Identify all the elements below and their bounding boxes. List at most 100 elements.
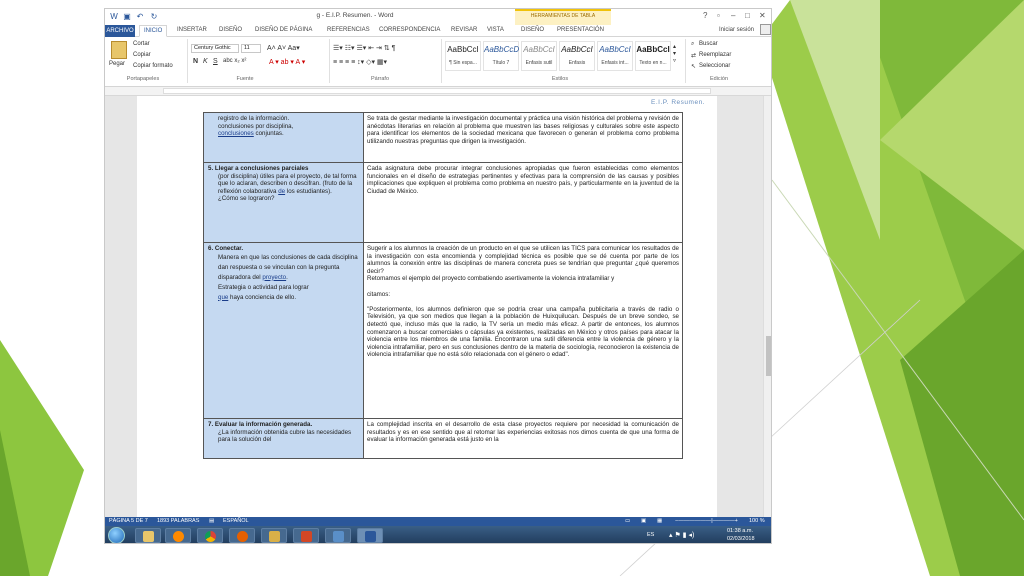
cell-text-underlined: conclusiones	[218, 130, 254, 138]
font-color-icon[interactable]: A ▾ ab ▾ A ▾	[269, 58, 305, 66]
paste-icon[interactable]	[111, 41, 127, 59]
input-language[interactable]: ES	[647, 532, 654, 538]
zoom-level[interactable]: 100 %	[749, 518, 765, 524]
taskbar-powerpoint[interactable]	[293, 528, 319, 543]
clipboard-group-label: Portapapeles	[126, 76, 160, 82]
taskbar-chrome[interactable]	[197, 528, 223, 543]
slide-background: W ▣ ↶ ↻ g - E.I.P. Resumen. - Word HERRA…	[0, 0, 1024, 576]
paste-button[interactable]: Pegar	[109, 61, 125, 67]
table-cell-left[interactable]: 5. Llegar a conclusiones parciales (por …	[203, 162, 364, 243]
copy-button[interactable]: Copiar	[133, 52, 151, 58]
table-cell-right[interactable]: La complejidad inscrita en el desarrollo…	[363, 418, 683, 459]
tab-diseno[interactable]: DISEÑO	[219, 27, 242, 33]
print-layout-icon[interactable]: ▣	[641, 518, 646, 524]
vertical-scrollbar[interactable]	[763, 96, 771, 517]
bullets-icon[interactable]: ☰▾ ☷▾ ☰▾ ⇤ ⇥ ⇅ ¶	[333, 44, 395, 52]
undo-icon[interactable]: ↶	[135, 12, 145, 21]
font-size-select[interactable]: 11	[241, 44, 261, 53]
taskbar-folder[interactable]	[261, 528, 287, 543]
format-painter-button[interactable]: Copiar formato	[133, 63, 173, 69]
page-header: E.I.P. Resumen.	[651, 99, 705, 106]
replace-button[interactable]: Reemplazar	[699, 52, 731, 58]
save-icon[interactable]: ▣	[122, 12, 132, 21]
tab-inicio[interactable]: INICIO	[139, 25, 168, 37]
italic-icon[interactable]: K	[203, 58, 208, 65]
search-icon[interactable]: ⌕	[691, 41, 694, 48]
tab-vista[interactable]: VISTA	[487, 27, 504, 33]
font-family-select[interactable]: Century Gothic	[191, 44, 239, 53]
start-button[interactable]	[108, 527, 125, 543]
taskbar: ES ▴ ⚑ ▮ ◂) 01:38 a.m. 02/03/2018	[105, 526, 771, 543]
signin-link[interactable]: Iniciar sesión	[719, 27, 754, 33]
help-icon[interactable]: ?	[703, 11, 707, 20]
taskbar-word[interactable]	[357, 528, 383, 543]
page-count[interactable]: PÁGINA 5 DE 7	[109, 518, 148, 524]
style-enfasis[interactable]: AaBbCcI Énfasis	[559, 41, 595, 71]
tab-revisar[interactable]: REVISAR	[451, 27, 477, 33]
cell-text: haya conciencia de ello.	[228, 293, 297, 301]
tray-icons[interactable]: ▴ ⚑ ▮ ◂)	[669, 531, 694, 539]
zoom-slider[interactable]: −——————|————+	[675, 518, 738, 524]
read-mode-icon[interactable]: ▭	[625, 518, 630, 524]
cell-heading: 7. Evaluar la información generada.	[208, 421, 313, 428]
tab-diseno-pagina[interactable]: DISEÑO DE PÁGINA	[255, 27, 312, 33]
style-preview: AaBbCcD	[484, 45, 520, 54]
table-cell-right[interactable]: Cada asignatura debe procurar integrar c…	[363, 162, 683, 243]
cell-text: Sugerir a los alumnos la creación de un …	[367, 245, 679, 359]
style-enfasis-sutil[interactable]: AaBbCcI Énfasis sutil	[521, 41, 557, 71]
redo-icon[interactable]: ↻	[149, 12, 159, 21]
minimize-icon[interactable]: –	[731, 11, 735, 20]
clock-time[interactable]: 01:38 a.m.	[727, 528, 753, 534]
maximize-icon[interactable]: □	[745, 11, 750, 20]
style-titulo-7[interactable]: AaBbCcD Título 7	[483, 41, 519, 71]
scrollbar-thumb[interactable]	[766, 336, 771, 376]
table-cell-left[interactable]: registro de la información. conclusiones…	[203, 112, 364, 163]
taskbar-window[interactable]	[325, 528, 351, 543]
close-icon[interactable]: ✕	[759, 11, 766, 20]
align-left-icon[interactable]: ≡ ≡ ≡ ≡ ↕▾ ◇▾ ▦▾	[333, 58, 387, 66]
document-page[interactable]: E.I.P. Resumen. registro de la informaci…	[137, 96, 717, 517]
tab-referencias[interactable]: REFERENCIAS	[327, 27, 370, 33]
taskbar-media[interactable]	[165, 528, 191, 543]
table-row: 6. Conectar. Manera en que las conclusio…	[203, 242, 683, 419]
strikethrough-icon[interactable]: abc x₂ x²	[223, 58, 246, 64]
proofing-icon[interactable]: ▤	[209, 518, 214, 524]
word-count[interactable]: 1893 PALABRAS	[157, 518, 199, 524]
table-cell-right[interactable]: Se trata de gestar mediante la investiga…	[363, 112, 683, 163]
select-button[interactable]: Seleccionar	[699, 63, 730, 69]
taskbar-explorer[interactable]	[135, 528, 161, 543]
ribbon-separator	[187, 39, 188, 83]
table-cell-right[interactable]: Sugerir a los alumnos la creación de un …	[363, 242, 683, 419]
avatar[interactable]	[760, 24, 771, 35]
select-icon[interactable]: ↖	[691, 63, 696, 70]
tab-table-diseno[interactable]: DISEÑO	[521, 27, 544, 33]
styles-more-icon[interactable]: ▴ ▾ ▿	[673, 43, 676, 64]
tab-correspondencia[interactable]: CORRESPONDENCIA	[379, 27, 440, 33]
style-enfasis-intenso[interactable]: AaBbCcI Énfasis int...	[597, 41, 633, 71]
table-cell-left[interactable]: 6. Conectar. Manera en que las conclusio…	[203, 242, 364, 419]
font-group-label: Fuente	[236, 76, 254, 82]
style-name: Texto en n...	[639, 60, 667, 66]
language-status[interactable]: ESPAÑOL	[223, 518, 249, 524]
tab-insertar[interactable]: INSERTAR	[177, 27, 207, 33]
replace-icon[interactable]: ⇄	[691, 52, 696, 59]
status-bar: PÁGINA 5 DE 7 1893 PALABRAS ▤ ESPAÑOL ▭ …	[105, 517, 771, 526]
cut-button[interactable]: Cortar	[133, 41, 150, 47]
web-layout-icon[interactable]: ▦	[657, 518, 662, 524]
clock-date[interactable]: 02/03/2018	[727, 536, 755, 542]
style-sin-espaciado[interactable]: AaBbCcI ¶ Sin espa...	[445, 41, 481, 71]
style-preview: AaBbCcI	[636, 45, 670, 54]
tab-presentacion[interactable]: PRESENTACIÓN	[557, 27, 604, 33]
style-texto-negrita[interactable]: AaBbCcI Texto en n...	[635, 41, 671, 71]
ribbon-options-icon[interactable]: ▫	[717, 11, 720, 20]
find-button[interactable]: Buscar	[699, 41, 718, 47]
grow-font-icon[interactable]: A˄ A˅ Aa▾	[267, 44, 300, 52]
ribbon-separator	[329, 39, 330, 83]
tab-archivo[interactable]: ARCHIVO	[105, 25, 135, 37]
cell-text: ¿La información obtenida cubre las neces…	[218, 428, 352, 444]
underline-icon[interactable]: S	[213, 58, 218, 65]
horizontal-ruler[interactable]	[105, 87, 771, 96]
table-cell-left[interactable]: 7. Evaluar la información generada. ¿La …	[203, 418, 364, 459]
bold-icon[interactable]: N	[193, 58, 198, 65]
taskbar-firefox[interactable]	[229, 528, 255, 543]
